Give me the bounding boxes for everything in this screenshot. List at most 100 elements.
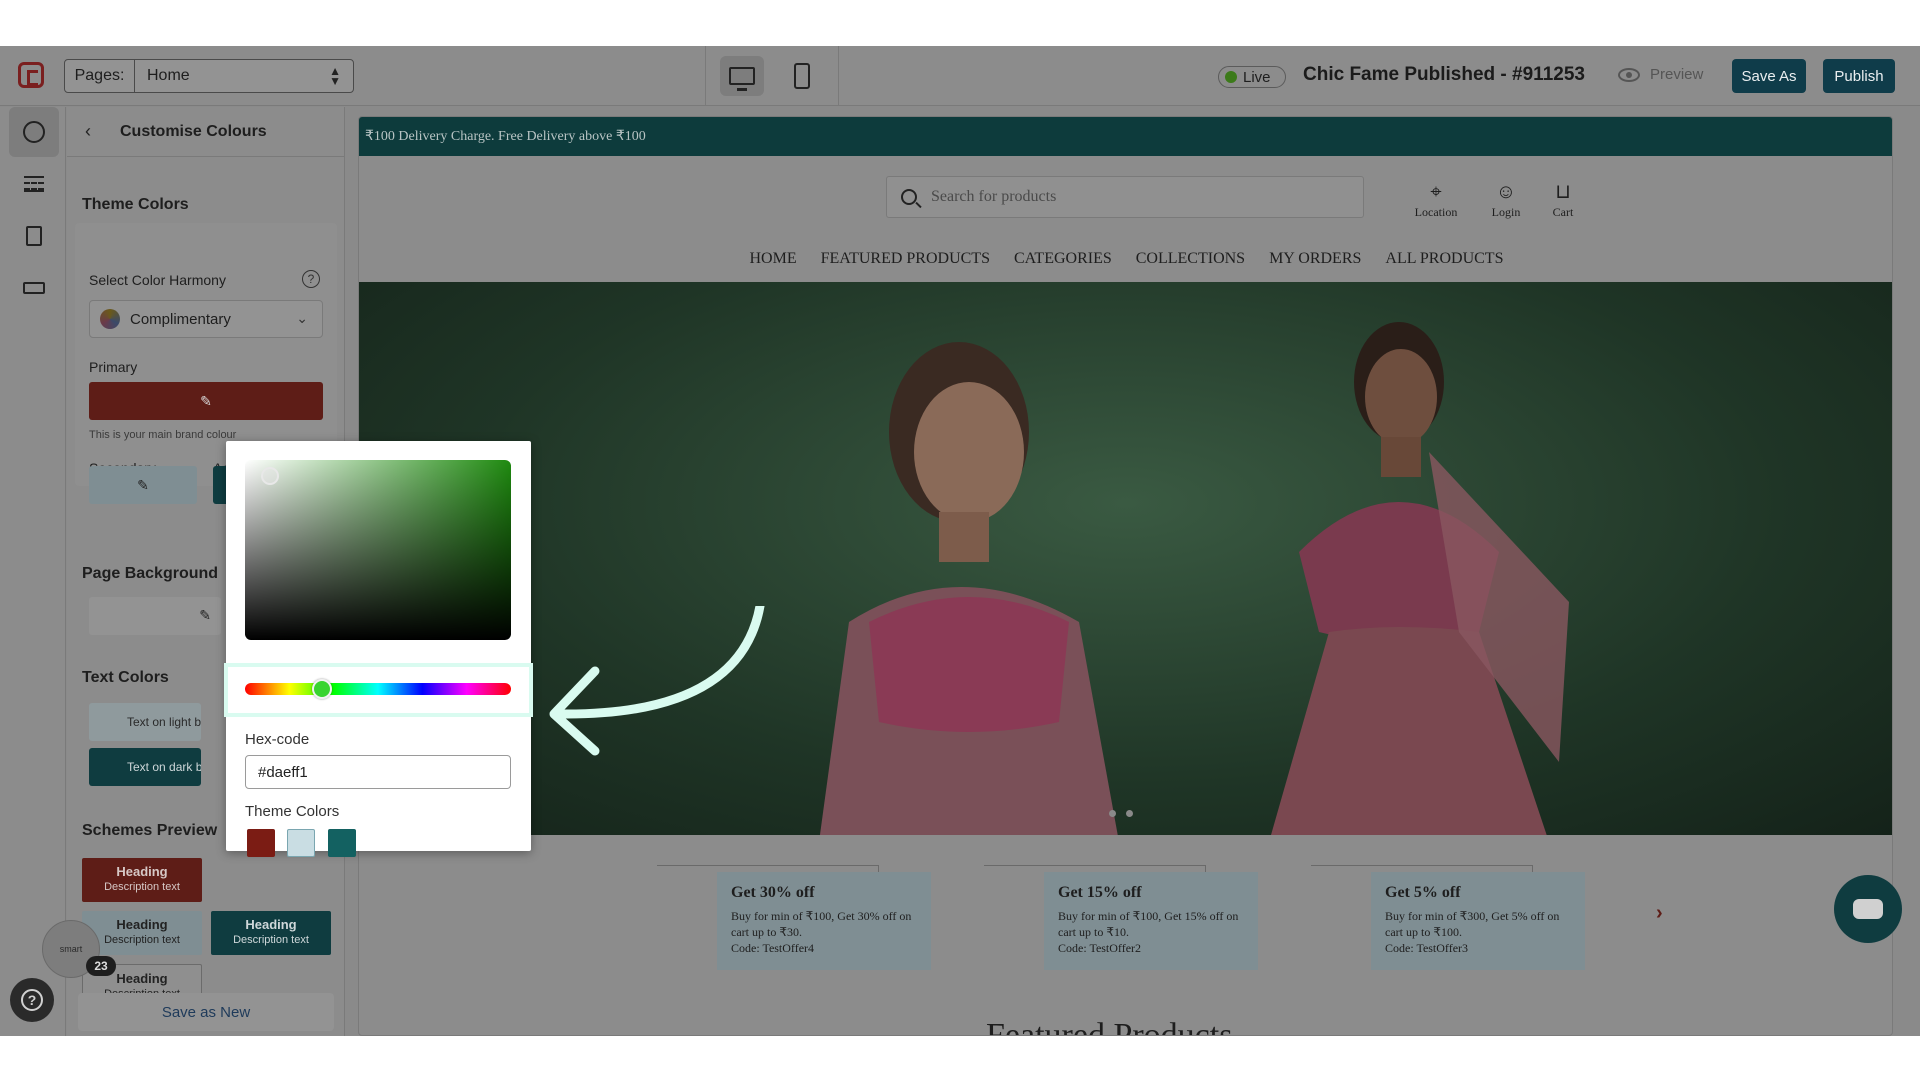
color-harmony-select[interactable]: Complimentary ⌄: [89, 300, 323, 338]
pages-value: Home: [147, 67, 190, 84]
hero-model-image-left: [819, 342, 1118, 835]
theme-color-secondary-swatch[interactable]: [287, 829, 315, 857]
sections-nav[interactable]: [9, 159, 59, 209]
carousel-dot[interactable]: [1109, 810, 1116, 817]
notification-count-badge: 23: [86, 956, 116, 976]
mobile-icon: [794, 63, 810, 89]
store-preview: ₹100 Delivery Charge. Free Delivery abov…: [358, 116, 1893, 1036]
theme-colors-nav[interactable]: [9, 107, 59, 157]
scheme-heading: Heading: [245, 917, 297, 932]
offer-body: Buy for min of ₹100, Get 30% off on cart…: [731, 909, 912, 939]
chat-bubble-icon: [1853, 899, 1883, 919]
desktop-icon: [729, 67, 755, 91]
page-background-swatch[interactable]: ✎: [89, 597, 221, 635]
pages-nav[interactable]: [9, 211, 59, 261]
nav-featured-products[interactable]: FEATURED PRODUCTS: [821, 250, 990, 267]
scheme-preview-accent[interactable]: Heading Description text: [211, 911, 331, 955]
theme-color-primary-swatch[interactable]: [247, 829, 275, 857]
site-title: Chic Fame Published - #911253: [1303, 64, 1585, 85]
footer-nav[interactable]: [9, 263, 59, 313]
chevron-down-icon: ⌄: [296, 310, 308, 326]
cart-label: Cart: [1552, 205, 1574, 219]
location-label: Location: [1414, 205, 1458, 219]
nav-collections[interactable]: COLLECTIONS: [1136, 250, 1245, 267]
offer-body: Buy for min of ₹300, Get 5% off on cart …: [1385, 909, 1560, 939]
cart-icon: ⊔: [1555, 181, 1571, 203]
carousel-dot[interactable]: [1126, 810, 1133, 817]
preview-button[interactable]: Preview: [1618, 66, 1703, 83]
theme-color-accent-swatch[interactable]: [328, 829, 356, 857]
offer-code: Code: TestOffer4: [731, 941, 815, 955]
theme-colors-label: Theme Colors: [245, 803, 340, 820]
offer-code: Code: TestOffer3: [1385, 941, 1469, 955]
primary-color-swatch[interactable]: ✎: [89, 382, 323, 420]
offer-title: Get 30% off: [731, 884, 815, 901]
left-icon-rail: [0, 107, 66, 1036]
text-colors-title: Text Colors: [82, 669, 169, 686]
pencil-icon: ✎: [200, 392, 212, 409]
screen: Pages: Home ▲ ▼ Live Chic Fame Published …: [0, 0, 1920, 1080]
offer-card[interactable]: Get 5% off Buy for min of ₹300, Get 5% o…: [1371, 872, 1585, 970]
panel-title: Customise Colours: [120, 123, 267, 140]
location-link[interactable]: ⌖ Location: [1406, 181, 1466, 220]
offer-card[interactable]: Get 30% off Buy for min of ₹100, Get 30%…: [717, 872, 931, 970]
color-wheel-icon: [100, 309, 120, 329]
text-on-light-swatch[interactable]: Text on light backg: [89, 703, 201, 741]
pencil-icon: ✎: [199, 607, 211, 623]
scheme-heading: Heading: [116, 917, 168, 932]
back-chevron-icon[interactable]: ‹: [85, 121, 91, 142]
text-on-dark-swatch[interactable]: Text on dark backg: [89, 748, 201, 786]
chat-button[interactable]: [1834, 875, 1902, 943]
login-link[interactable]: ☺ Login: [1476, 181, 1536, 220]
hex-code-input[interactable]: [245, 755, 511, 789]
eye-icon: [1618, 67, 1640, 82]
secondary-color-swatch[interactable]: ✎: [89, 466, 197, 504]
hue-slider[interactable]: [245, 683, 511, 695]
live-dot-icon: [1225, 71, 1237, 83]
preview-label: Preview: [1650, 66, 1704, 83]
mobile-view-button[interactable]: [780, 56, 824, 96]
location-pin-icon: ⌖: [1430, 181, 1442, 203]
help-button[interactable]: ?: [10, 978, 54, 1022]
nav-all-products[interactable]: ALL PRODUCTS: [1385, 250, 1503, 267]
hue-slider-handle[interactable]: [312, 679, 333, 699]
carousel-dots: [1109, 810, 1133, 817]
app-window: Pages: Home ▲ ▼ Live Chic Fame Published …: [0, 46, 1920, 1036]
help-question-icon[interactable]: ?: [302, 270, 320, 288]
nav-home[interactable]: HOME: [750, 250, 797, 267]
sections-icon: [24, 176, 44, 192]
publish-button[interactable]: Publish: [1823, 59, 1895, 93]
search-icon: [901, 189, 917, 205]
nav-categories[interactable]: CATEGORIES: [1014, 250, 1112, 267]
scheme-preview-primary[interactable]: Heading Description text: [82, 858, 202, 902]
scheme-heading: Heading: [116, 864, 168, 879]
save-as-button[interactable]: Save As: [1732, 59, 1806, 93]
saturation-value-area[interactable]: [245, 460, 511, 640]
featured-products-heading: Featured Products: [986, 1017, 1233, 1036]
desktop-view-button[interactable]: [720, 56, 764, 96]
saturation-cursor[interactable]: [261, 467, 279, 485]
help-question-icon: ?: [21, 989, 43, 1011]
harmony-value: Complimentary: [130, 310, 231, 328]
schemes-preview-title: Schemes Preview: [82, 822, 218, 839]
harmony-label: Select Color Harmony: [89, 272, 226, 288]
scheme-preview-secondary[interactable]: Heading Description text: [82, 911, 202, 955]
offer-title: Get 15% off: [1058, 884, 1142, 901]
pages-selector[interactable]: Pages: Home ▲ ▼: [64, 59, 354, 93]
theme-colors-title: Theme Colors: [82, 196, 189, 213]
user-icon: ☺: [1495, 181, 1517, 203]
live-status-badge: Live: [1218, 66, 1286, 88]
chevron-right-icon[interactable]: ›: [1656, 902, 1663, 925]
announcement-bar: ₹100 Delivery Charge. Free Delivery abov…: [359, 117, 1892, 156]
app-logo-icon[interactable]: [18, 62, 44, 88]
offer-title: Get 5% off: [1385, 884, 1461, 901]
cart-link[interactable]: ⊔ Cart: [1533, 181, 1593, 220]
updown-chevron-icon: ▲ ▼: [329, 64, 341, 88]
save-as-new-button[interactable]: Save as New: [78, 993, 334, 1031]
pages-select[interactable]: Home ▲ ▼: [135, 60, 353, 92]
page-background-title: Page Background: [82, 565, 219, 582]
nav-my-orders[interactable]: MY ORDERS: [1269, 250, 1361, 267]
offer-card[interactable]: Get 15% off Buy for min of ₹100, Get 15%…: [1044, 872, 1258, 970]
store-search-input[interactable]: Search for products: [886, 176, 1364, 218]
hex-code-label: Hex-code: [245, 731, 310, 748]
